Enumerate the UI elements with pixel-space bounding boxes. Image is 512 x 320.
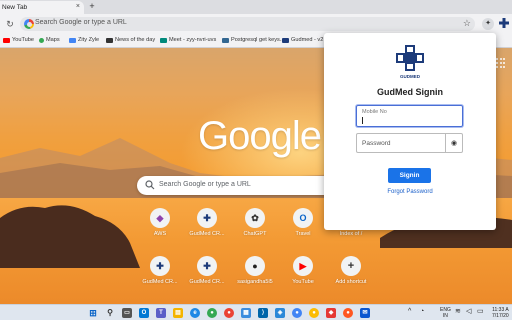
google-logo: Google [198, 114, 322, 158]
shortcut-travel[interactable]: O Travel [281, 208, 325, 248]
github-icon: ● [245, 256, 265, 276]
battery-icon[interactable]: ▭ [477, 308, 484, 315]
shortcut-github[interactable]: ● sasigandha5l5 [233, 256, 277, 296]
gudmed-logo-text: GUDMED [400, 74, 420, 79]
gudmed-icon: ✚ [197, 208, 217, 228]
shortcut-aws[interactable]: ◆ AWS [138, 208, 182, 248]
app-icon-orange[interactable]: ● [343, 308, 353, 318]
tab-strip: New Tab × + [0, 0, 512, 14]
youtube-icon [3, 37, 10, 43]
google-g-icon [24, 19, 34, 29]
bookmark-postgresql[interactable]: Postgresql get keys... [222, 37, 284, 43]
chrome-icon[interactable]: ● [207, 308, 217, 318]
shortcut-gudmed-3[interactable]: ✚ GudMed CR... [185, 256, 229, 296]
password-placeholder: Password [362, 140, 391, 147]
search-icon[interactable]: ⚲ [105, 308, 115, 318]
signin-button[interactable]: Signin [388, 168, 431, 183]
bookmark-zity-zyle[interactable]: Zity Zyle [69, 37, 99, 43]
tab-new-tab[interactable]: New Tab × [0, 1, 84, 14]
windows-taskbar: ⊞ ⚲ ▭ O T ▤ e ● ● ▦ ⟩ ◈ ● ● ◆ ● ✉ ^ ◔ EN… [0, 304, 512, 320]
password-field[interactable]: Password [356, 133, 446, 153]
chrome-app-icon-2[interactable]: ● [309, 308, 319, 318]
tray-chevron-icon[interactable]: ^ [408, 308, 411, 315]
app-icon-red[interactable]: ◆ [326, 308, 336, 318]
forgot-password-link[interactable]: Forgot Password [324, 189, 496, 195]
tab-title: New Tab [2, 4, 28, 11]
teams-icon[interactable]: T [156, 308, 166, 318]
shortcut-add[interactable]: + Add shortcut [329, 256, 373, 296]
aws-cube-icon: ◆ [150, 208, 170, 228]
gudmed-extension-icon[interactable] [498, 18, 510, 30]
app-icon[interactable]: ◈ [275, 308, 285, 318]
extension-icon[interactable]: ✦ [482, 18, 494, 30]
rock-left [0, 205, 140, 268]
bookmark-icon [69, 37, 76, 43]
shortcut-youtube[interactable]: ▶ YouTube [281, 256, 325, 296]
bookmark-news[interactable]: News of the day [106, 37, 155, 43]
app-icon-blue[interactable]: ✉ [360, 308, 370, 318]
search-icon [145, 180, 155, 190]
shortcut-chatgpt[interactable]: ✿ ChatGPT [233, 208, 277, 248]
chrome-app-icon[interactable]: ● [292, 308, 302, 318]
plus-icon: + [341, 256, 361, 276]
show-password-eye-icon[interactable]: ◉ [446, 133, 463, 153]
chrome-profile-icon[interactable]: ● [224, 308, 234, 318]
news-icon [106, 37, 113, 43]
chatgpt-icon: ✿ [245, 208, 265, 228]
search-placeholder: Search Google or type a URL [159, 181, 251, 188]
popup-title: GudMed Signin [377, 87, 443, 97]
clock[interactable]: 11:33 A 7/17/20 [492, 307, 509, 319]
gudmed-signin-popup: GUDMED GudMed Signin Mobile No Password … [324, 33, 496, 230]
task-view-icon[interactable]: ▭ [122, 308, 132, 318]
mobile-number-field[interactable]: Mobile No [356, 105, 463, 127]
outlook-icon[interactable]: O [139, 308, 149, 318]
gudmed-logo [396, 45, 424, 71]
address-bar-placeholder: Search Google or type a URL [35, 19, 127, 26]
gudmed-icon: ✚ [150, 256, 170, 276]
tray-app-icon[interactable]: ◔ [420, 308, 424, 315]
vscode-icon[interactable]: ⟩ [258, 308, 268, 318]
shortcut-gudmed-2[interactable]: ✚ GudMed CR... [138, 256, 182, 296]
apps-grid-icon[interactable] [496, 58, 506, 68]
mobile-label: Mobile No [362, 109, 387, 115]
maps-icon [39, 37, 44, 43]
store-icon[interactable]: ▦ [241, 308, 251, 318]
new-tab-button[interactable]: + [87, 2, 97, 12]
browser-toolbar: ↻ Search Google or type a URL ☆ ✦ [0, 14, 512, 34]
gudmed-icon: ✚ [197, 256, 217, 276]
postgresql-icon [222, 37, 229, 43]
meet-icon [160, 37, 167, 43]
reload-icon[interactable]: ↻ [4, 18, 16, 30]
outlook-icon: O [293, 208, 313, 228]
bookmark-youtube[interactable]: YouTube [3, 37, 34, 43]
bookmark-maps[interactable]: Maps [39, 37, 60, 43]
windows-start-icon[interactable]: ⊞ [88, 308, 98, 318]
volume-icon[interactable]: ◁ [466, 308, 471, 315]
gudmed-icon [282, 37, 289, 43]
address-bar[interactable]: Search Google or type a URL ☆ [20, 17, 475, 31]
text-cursor [362, 117, 363, 124]
edge-icon[interactable]: e [190, 308, 200, 318]
language-indicator[interactable]: ENG IN [440, 307, 451, 319]
bookmark-meet[interactable]: Meet - zyy-nvri-uvs [160, 37, 216, 43]
wifi-icon[interactable]: ≋ [455, 308, 461, 315]
star-icon[interactable]: ☆ [463, 18, 471, 29]
youtube-icon: ▶ [293, 256, 313, 276]
shortcut-gudmed-1[interactable]: ✚ GudMed CR... [185, 208, 229, 248]
file-explorer-icon[interactable]: ▤ [173, 308, 183, 318]
close-icon[interactable]: × [76, 3, 80, 10]
